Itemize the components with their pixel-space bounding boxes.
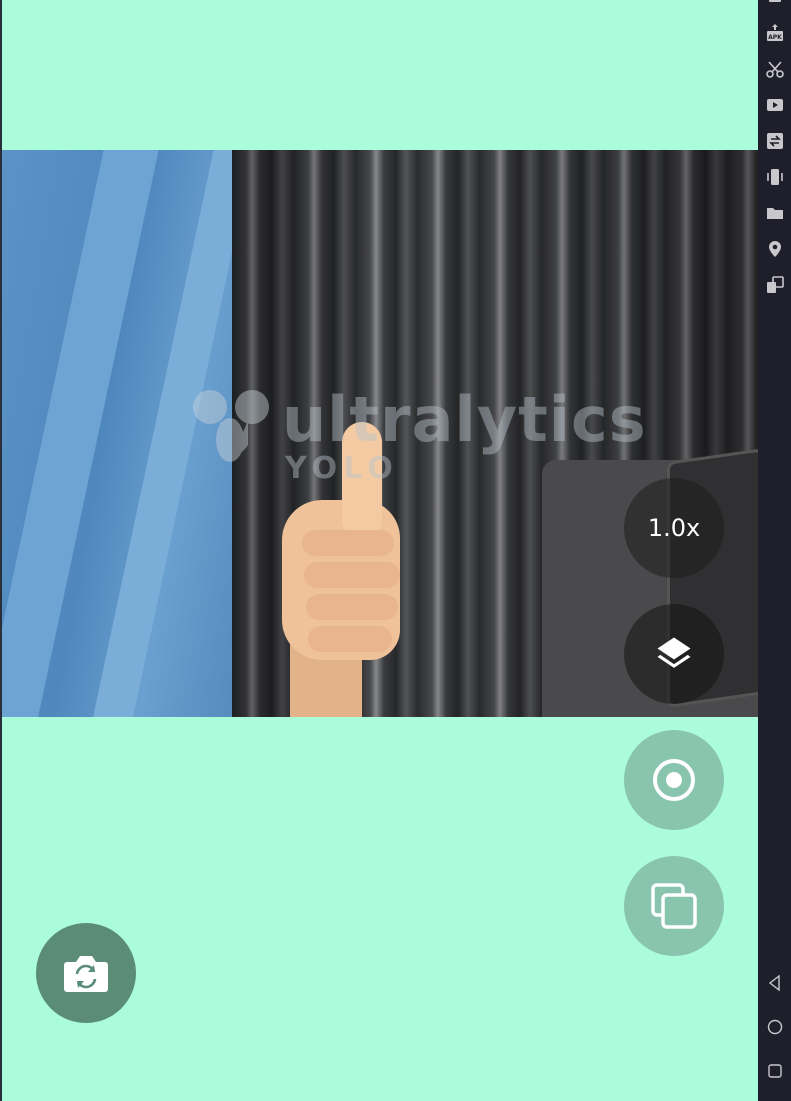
- ultralytics-logo-icon: [193, 390, 269, 462]
- preview-finger: [302, 530, 394, 556]
- watermark-sub: YOLO: [285, 451, 399, 486]
- copy-icon: [651, 883, 697, 929]
- back-nav-icon[interactable]: [766, 974, 784, 992]
- svg-text:APK: APK: [768, 34, 782, 41]
- sync-icon[interactable]: [766, 132, 784, 150]
- zoom-label: 1.0x: [647, 514, 701, 542]
- camera-switch-icon: [64, 956, 108, 992]
- screen-record-icon[interactable]: [766, 96, 784, 114]
- home-nav-icon[interactable]: [766, 1018, 784, 1036]
- zoom-button[interactable]: 1.0x: [624, 478, 724, 578]
- preview-finger: [306, 594, 398, 620]
- ultralytics-watermark: ultralytics YOLO: [190, 383, 646, 495]
- copy-button[interactable]: [624, 856, 724, 956]
- window-edge: [0, 0, 2, 1101]
- apk-install-icon[interactable]: APK: [766, 24, 784, 42]
- layers-icon: [657, 637, 691, 668]
- watermark-brand: ultralytics: [282, 383, 647, 456]
- preview-finger: [304, 562, 400, 588]
- record-button[interactable]: [624, 730, 724, 830]
- location-icon[interactable]: [766, 240, 784, 258]
- sidebar-item-top-icon[interactable]: [766, 0, 784, 10]
- scissors-icon[interactable]: [766, 60, 784, 78]
- layers-button[interactable]: [624, 604, 724, 704]
- emulator-sidebar: APK: [758, 0, 791, 1101]
- app-screen: ultralytics YOLO 1.0x: [0, 0, 758, 1101]
- recents-nav-icon[interactable]: [766, 1062, 784, 1080]
- shake-icon[interactable]: [766, 168, 784, 186]
- switch-camera-button[interactable]: [36, 923, 136, 1023]
- preview-finger: [308, 626, 392, 652]
- folder-icon[interactable]: [766, 204, 784, 222]
- record-icon: [653, 759, 695, 801]
- multi-window-icon[interactable]: [766, 276, 784, 294]
